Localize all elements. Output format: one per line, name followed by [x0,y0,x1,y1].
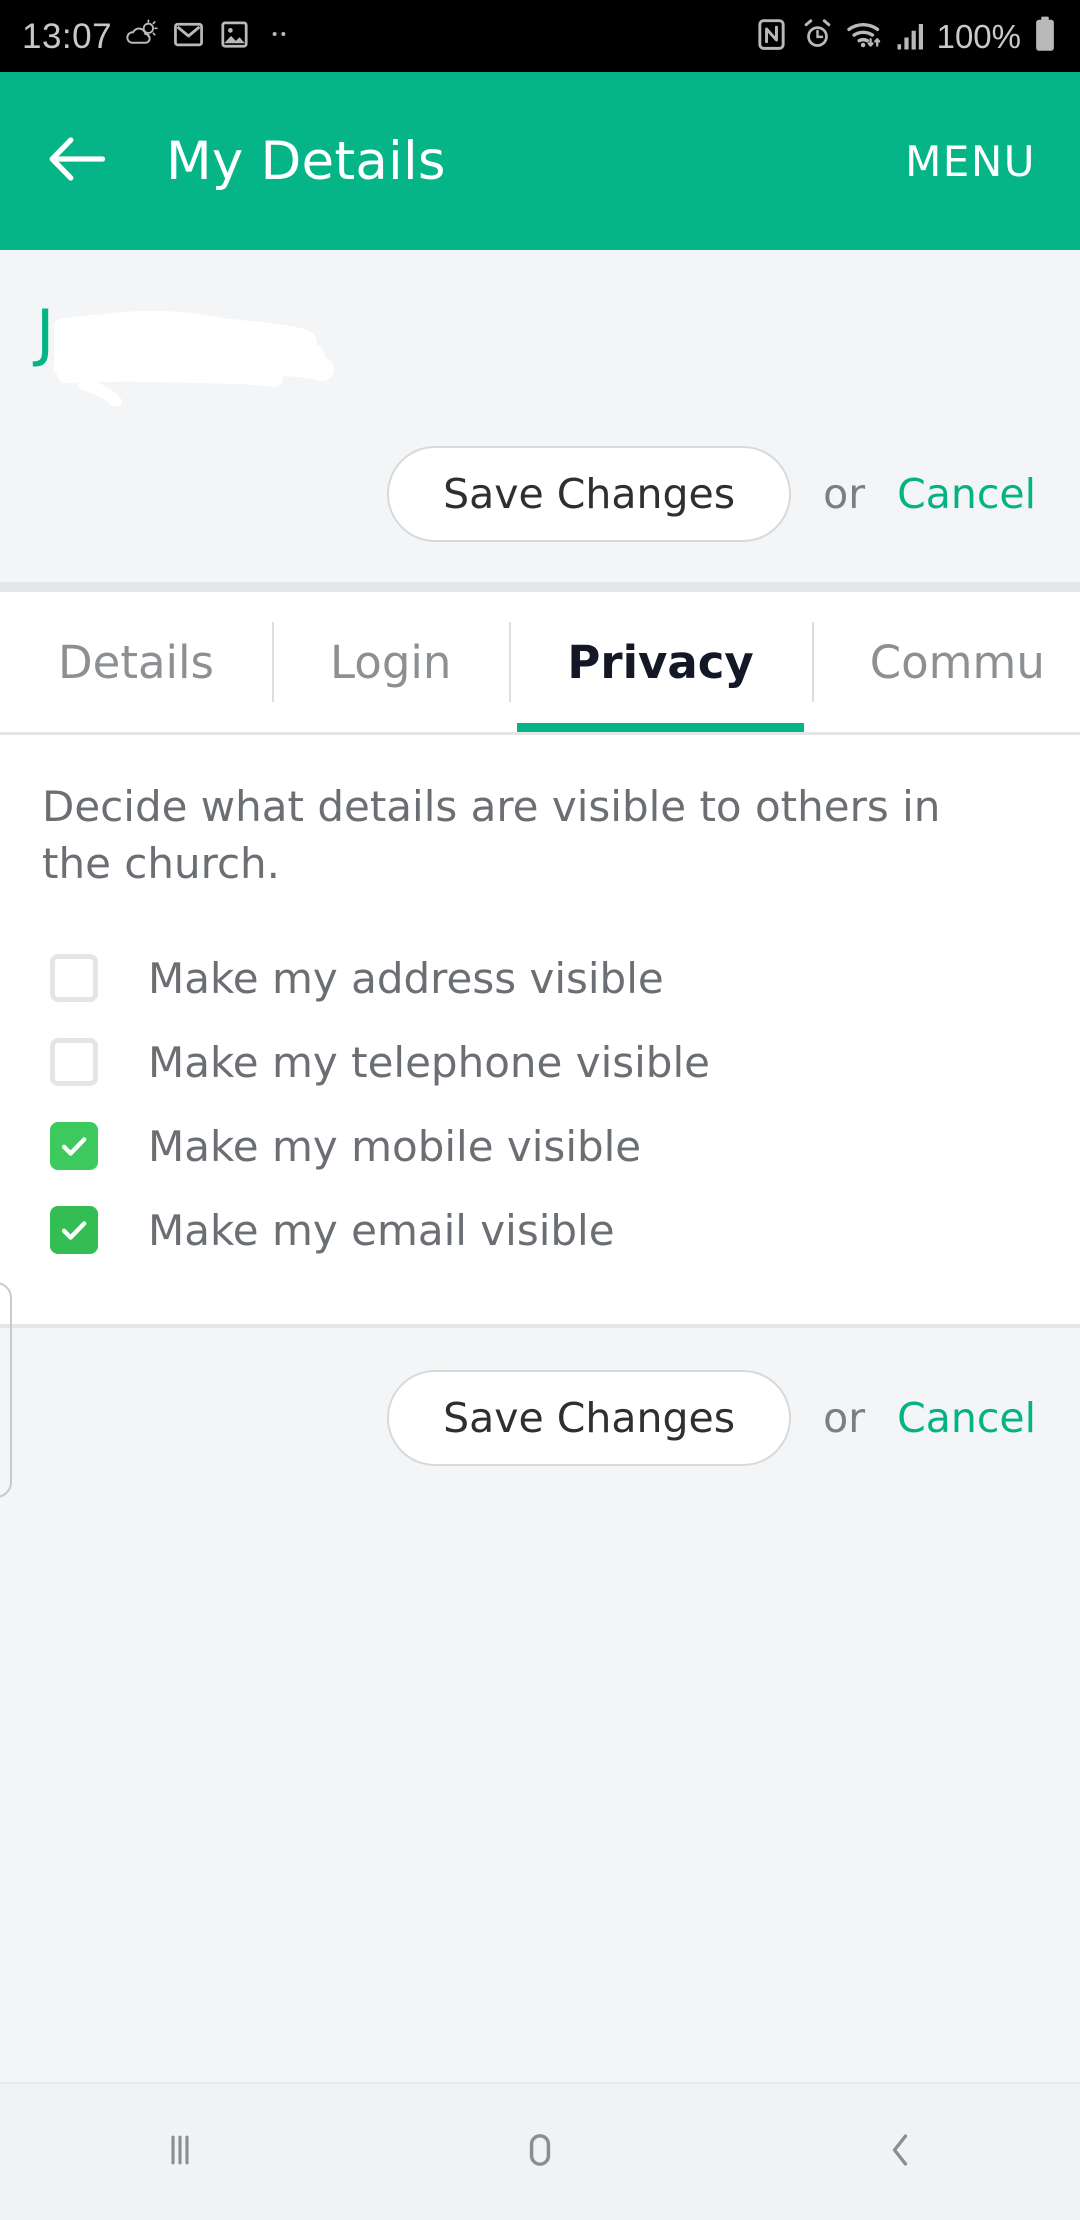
recents-button[interactable] [0,2084,360,2220]
checkbox-checked-icon[interactable] [50,1122,98,1171]
profile-name-initial: J [36,296,55,369]
privacy-option-email[interactable]: Make my email visible [42,1188,1040,1272]
gmail-icon [172,18,205,55]
back-button-nav[interactable] [720,2084,1080,2220]
or-label-bottom: or [823,1394,866,1443]
redaction-scribble [54,310,334,406]
tab-strip[interactable]: Details Login Privacy Commu [0,592,1080,732]
privacy-option-label: Make my address visible [148,953,664,1003]
cancel-link-top[interactable]: Cancel [897,470,1036,518]
profile-name-row: J [0,296,1080,428]
arrow-left-icon [46,133,108,189]
checkbox-unchecked-icon[interactable] [50,1038,98,1087]
status-bar: 13:07 100% [0,0,1080,72]
privacy-option-address[interactable]: Make my address visible [42,936,1040,1020]
tab-label: Login [330,635,452,689]
save-changes-button-bottom[interactable]: Save Changes [387,1370,792,1467]
back-chevron-icon [878,2128,922,2176]
privacy-option-mobile[interactable]: Make my mobile visible [42,1104,1040,1188]
content-bottom-spacer [42,1272,1040,1325]
privacy-option-label: Make my email visible [148,1205,615,1255]
privacy-option-telephone[interactable]: Make my telephone visible [42,1020,1040,1104]
home-button[interactable] [360,2084,720,2220]
home-icon [517,2127,563,2177]
or-label-top: or [823,470,866,518]
scroll-body: J Save Changes or Cancel Details Login P… [0,250,1080,2220]
checkbox-unchecked-icon[interactable] [50,954,98,1003]
save-changes-button-top[interactable]: Save Changes [387,446,792,542]
privacy-options-list: Make my address visible Make my telephon… [42,936,1040,1272]
tab-privacy[interactable]: Privacy [509,592,811,732]
bottom-action-row: Save Changes or Cancel [0,1328,1080,1467]
nfc-icon [754,17,789,56]
privacy-option-label: Make my telephone visible [148,1037,710,1087]
offscreen-card-edge [0,1282,12,1498]
app-bar: My Details MENU [0,72,1080,250]
cellular-signal-icon [896,18,926,55]
profile-header: J Save Changes or Cancel [0,250,1080,582]
privacy-option-label: Make my mobile visible [148,1121,642,1171]
privacy-description: Decide what details are visible to other… [42,782,941,888]
alarm-icon [800,17,835,56]
cancel-link-bottom[interactable]: Cancel [897,1394,1036,1442]
tab-label: Details [58,635,215,689]
battery-percent-label: 100% [936,17,1021,55]
status-bar-left: 13:07 [22,17,294,55]
page-title: My Details [166,130,446,192]
more-dots-icon [264,19,294,53]
tab-list: Details Login Privacy Commu [0,592,1080,732]
section-divider-top [0,582,1080,592]
android-navigation-bar [0,2082,1080,2220]
tab-communication[interactable]: Commu [811,592,1080,732]
weather-partly-cloudy-icon [125,17,159,55]
phone-screen: 13:07 100% My Details MENU J Save Change… [0,0,1080,2220]
status-bar-right: 100% [754,15,1058,57]
recents-icon [158,2128,202,2176]
wifi-icon [846,17,885,56]
tab-label: Commu [869,635,1045,689]
photos-icon [218,18,251,55]
top-action-row: Save Changes or Cancel [0,428,1080,582]
menu-button[interactable]: MENU [905,137,1036,186]
tab-details[interactable]: Details [0,592,272,732]
tab-login[interactable]: Login [272,592,509,732]
checkbox-checked-icon[interactable] [50,1206,98,1255]
battery-icon [1032,15,1058,57]
back-button[interactable] [40,124,114,198]
privacy-panel: Decide what details are visible to other… [0,735,1080,1325]
tab-label: Privacy [567,635,754,689]
status-clock: 13:07 [22,16,113,56]
